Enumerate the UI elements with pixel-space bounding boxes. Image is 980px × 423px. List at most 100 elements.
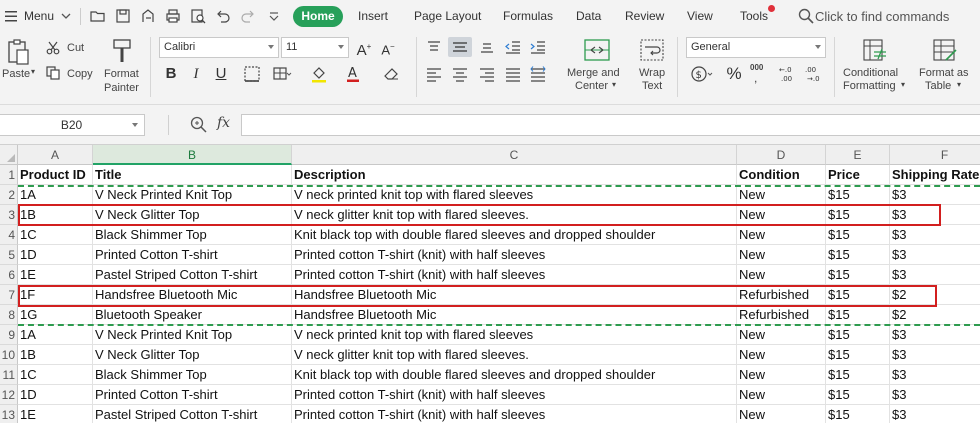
table-cell[interactable]: New [737, 225, 826, 245]
format-as-table-dropdown-icon[interactable]: ▾ [957, 80, 961, 89]
paste-icon[interactable] [6, 38, 30, 66]
table-cell[interactable]: V neck glitter knit top with flared slee… [292, 345, 737, 365]
table-cell[interactable]: Knit black top with double flared sleeve… [292, 365, 737, 385]
column-title-cell[interactable]: Description [292, 165, 737, 185]
paste-button[interactable]: Paste [2, 68, 30, 80]
table-cell[interactable]: $3 [890, 265, 980, 285]
row-header[interactable]: 8 [0, 305, 18, 325]
table-cell[interactable]: 1A [18, 325, 93, 345]
table-cell[interactable]: $3 [890, 385, 980, 405]
table-cell[interactable]: Pastel Striped Cotton T-shirt [93, 265, 292, 285]
align-right-icon[interactable] [478, 66, 496, 82]
table-cell[interactable]: Printed cotton T-shirt (knit) with half … [292, 265, 737, 285]
table-cell[interactable]: Pastel Striped Cotton T-shirt [93, 405, 292, 423]
format-as-table-button[interactable]: Format as [919, 67, 969, 79]
command-search[interactable]: Click to find commands [815, 0, 949, 33]
bold-button[interactable]: B [162, 65, 180, 83]
increase-font-size-button[interactable]: A+ [355, 38, 373, 59]
open-folder-icon[interactable] [90, 8, 106, 24]
column-header-f[interactable]: F [890, 145, 980, 165]
name-box[interactable]: B20 [0, 114, 145, 136]
table-cell[interactable]: Bluetooth Speaker [93, 305, 292, 325]
row-header[interactable]: 10 [0, 345, 18, 365]
increase-decimal-icon[interactable]: ←.0.00 [778, 64, 798, 84]
tab-page-layout[interactable]: Page Layout [414, 0, 481, 33]
table-cell[interactable]: Printed Cotton T-shirt [93, 245, 292, 265]
zoom-find-icon[interactable] [190, 116, 208, 134]
table-cell[interactable]: V Neck Printed Knit Top [93, 185, 292, 205]
align-bottom-icon[interactable] [478, 39, 496, 55]
row-header[interactable]: 11 [0, 365, 18, 385]
column-title-cell[interactable]: Title [93, 165, 292, 185]
row-header[interactable]: 5 [0, 245, 18, 265]
table-cell[interactable]: $15 [826, 265, 890, 285]
formula-input[interactable] [241, 114, 980, 136]
tab-tools[interactable]: Tools [740, 0, 768, 33]
customize-quick-access-icon[interactable] [266, 8, 282, 24]
column-header-d[interactable]: D [737, 145, 826, 165]
table-cell[interactable]: 1B [18, 345, 93, 365]
tab-formulas[interactable]: Formulas [503, 0, 553, 33]
table-cell[interactable]: $15 [826, 365, 890, 385]
table-cell[interactable]: V Neck Printed Knit Top [93, 325, 292, 345]
table-cell[interactable]: New [737, 265, 826, 285]
print-icon[interactable] [165, 8, 181, 24]
redo-icon[interactable] [240, 8, 256, 24]
table-cell[interactable]: New [737, 365, 826, 385]
row-header[interactable]: 12 [0, 385, 18, 405]
table-cell[interactable]: $3 [890, 325, 980, 345]
tab-data[interactable]: Data [576, 0, 601, 33]
column-header-e[interactable]: E [826, 145, 890, 165]
table-cell[interactable]: New [737, 185, 826, 205]
tab-insert[interactable]: Insert [358, 0, 388, 33]
table-cell[interactable]: V neck printed knit top with flared slee… [292, 325, 737, 345]
font-color-icon[interactable]: A [345, 65, 365, 83]
table-cell[interactable]: 1G [18, 305, 93, 325]
decrease-decimal-icon[interactable]: .00→.0 [804, 64, 824, 84]
fill-color-icon[interactable] [310, 65, 332, 83]
table-cell[interactable]: 1E [18, 405, 93, 423]
chevron-down-icon[interactable] [60, 0, 72, 33]
table-cell[interactable]: New [737, 385, 826, 405]
row-header[interactable]: 2 [0, 185, 18, 205]
table-cell[interactable]: $15 [826, 245, 890, 265]
hamburger-icon[interactable] [4, 0, 18, 33]
table-cell[interactable]: $15 [826, 345, 890, 365]
number-format-select[interactable]: General [686, 37, 826, 58]
row-header[interactable]: 7 [0, 285, 18, 305]
row-header[interactable]: 3 [0, 205, 18, 225]
table-cell[interactable]: New [737, 325, 826, 345]
conditional-formatting-icon[interactable] [862, 38, 888, 64]
table-cell[interactable]: $3 [890, 245, 980, 265]
table-cell[interactable]: Printed Cotton T-shirt [93, 385, 292, 405]
table-cell[interactable]: New [737, 345, 826, 365]
tab-review[interactable]: Review [625, 0, 664, 33]
distributed-icon[interactable] [529, 66, 547, 82]
align-center-icon[interactable] [451, 66, 469, 82]
merge-center-icon[interactable] [583, 38, 611, 64]
table-cell[interactable]: V neck printed knit top with flared slee… [292, 185, 737, 205]
merge-center-button[interactable]: Merge and [567, 67, 620, 79]
table-cell[interactable]: Printed cotton T-shirt (knit) with half … [292, 385, 737, 405]
tab-home[interactable]: Home [293, 6, 343, 27]
table-cell[interactable]: 1A [18, 185, 93, 205]
paste-dropdown-icon[interactable]: ▾ [31, 67, 35, 76]
row-header[interactable]: 9 [0, 325, 18, 345]
font-name-select[interactable]: Calibri [159, 37, 279, 58]
format-painter-icon[interactable] [110, 38, 134, 64]
decrease-indent-icon[interactable] [504, 39, 522, 55]
table-cell[interactable]: $15 [826, 225, 890, 245]
table-cell[interactable]: $3 [890, 405, 980, 423]
decrease-font-size-button[interactable]: A− [379, 38, 397, 57]
table-cell[interactable]: Refurbished [737, 305, 826, 325]
table-cell[interactable]: Printed cotton T-shirt (knit) with half … [292, 405, 737, 423]
cell-style-icon[interactable] [272, 65, 292, 83]
column-header-a[interactable]: A [18, 145, 93, 165]
table-cell[interactable]: $15 [826, 305, 890, 325]
table-cell[interactable]: $15 [826, 405, 890, 423]
wrap-text-button[interactable]: Wrap [639, 67, 665, 79]
column-header-b[interactable]: B [93, 145, 292, 165]
table-cell[interactable]: $3 [890, 225, 980, 245]
table-cell[interactable]: $3 [890, 365, 980, 385]
currency-icon[interactable]: $ [690, 65, 714, 83]
